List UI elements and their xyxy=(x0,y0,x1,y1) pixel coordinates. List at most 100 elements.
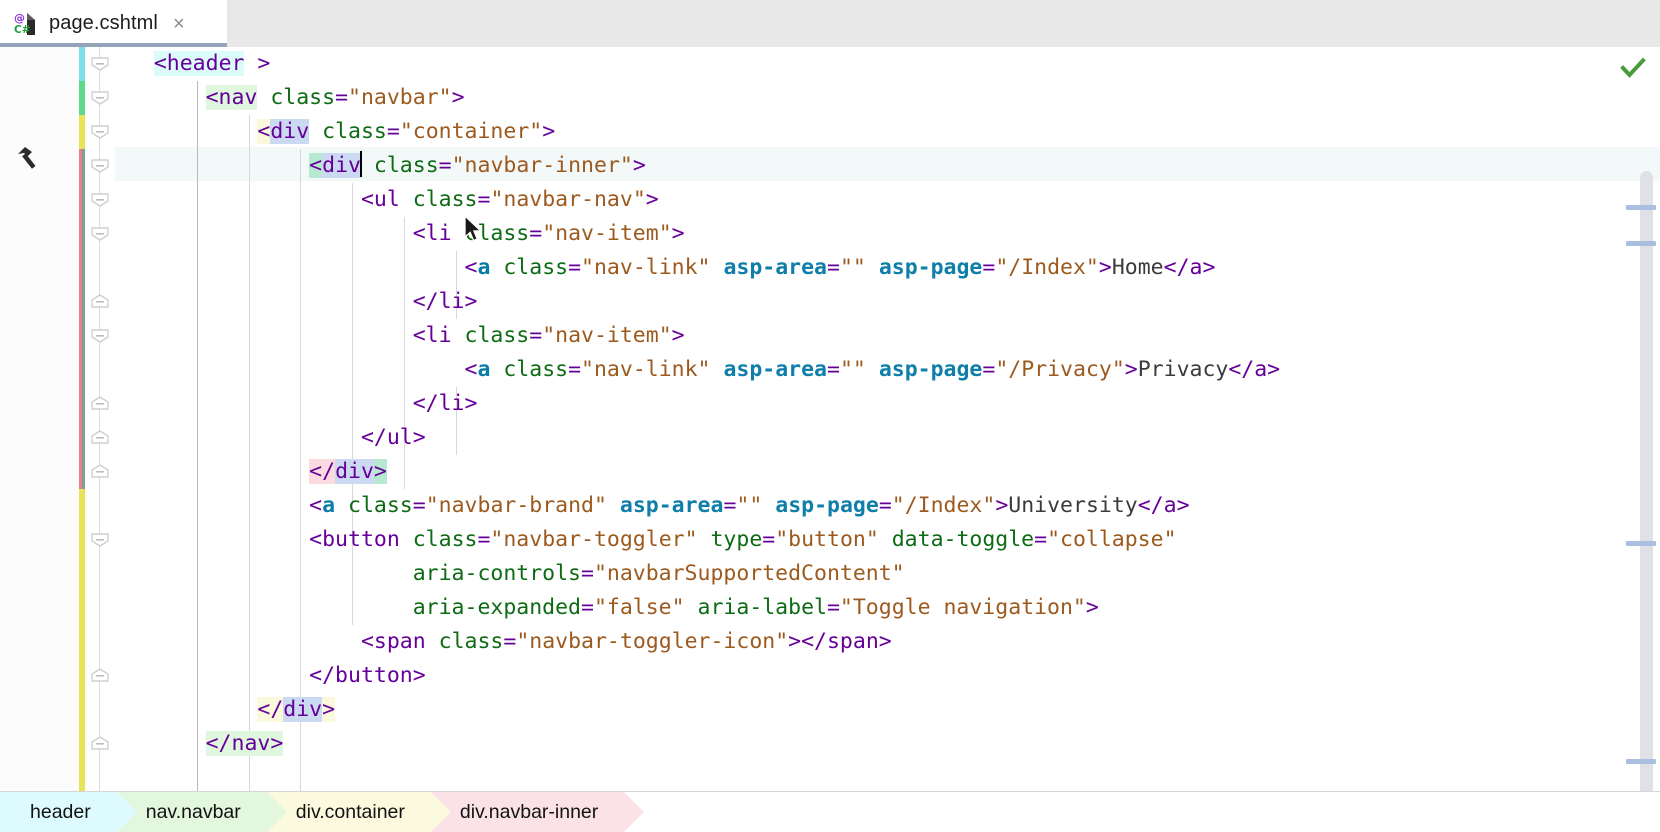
fold-expand-icon[interactable] xyxy=(89,463,111,480)
token-val: "collapse" xyxy=(1047,527,1177,552)
code-line[interactable]: </li> xyxy=(115,387,1280,421)
folding-gutter[interactable] xyxy=(85,47,115,791)
token-tag: </ xyxy=(257,697,284,722)
code-line[interactable]: <a class="navbar-brand" asp-area="" asp-… xyxy=(115,489,1280,523)
token-attr: class xyxy=(322,119,387,144)
fold-expand-icon[interactable] xyxy=(89,293,111,310)
code-line[interactable]: <a class="nav-link" asp-area="" asp-page… xyxy=(115,251,1280,285)
close-icon[interactable]: × xyxy=(173,14,185,34)
breadcrumb-item-nav-navbar[interactable]: nav.navbar xyxy=(115,792,287,832)
breadcrumb-item-header[interactable]: header xyxy=(0,792,137,832)
fold-expand-icon[interactable] xyxy=(89,667,111,684)
token-val: "navbar-nav" xyxy=(490,187,646,212)
token-tag: div xyxy=(335,459,374,484)
token-tag: = xyxy=(438,153,452,178)
token-tag: > xyxy=(995,493,1009,518)
scrollbar-marker[interactable] xyxy=(1626,541,1656,546)
token-tag: </li> xyxy=(412,289,478,314)
fold-collapse-icon[interactable] xyxy=(89,89,111,106)
token-tag: > xyxy=(1085,595,1099,620)
fold-collapse-icon[interactable] xyxy=(89,531,111,548)
svg-text:C#: C# xyxy=(14,24,31,36)
annotation-gutter[interactable] xyxy=(0,47,80,791)
code-line[interactable]: </ul> xyxy=(115,421,1280,455)
fold-collapse-icon[interactable] xyxy=(89,123,111,140)
token-attr: class xyxy=(464,221,530,246)
code-line[interactable]: </button> xyxy=(115,659,1280,693)
scrollbar-thumb[interactable] xyxy=(1640,171,1653,832)
token-tag: <ul xyxy=(360,187,400,212)
tab-bar-empty-area xyxy=(227,0,1660,47)
code-line[interactable]: </nav> xyxy=(115,727,1280,761)
code-line[interactable]: aria-expanded="false" aria-label="Toggle… xyxy=(115,591,1280,625)
breadcrumb-item-div-container[interactable]: div.container xyxy=(265,792,452,832)
code-line[interactable]: <li class="nav-item"> xyxy=(115,217,1280,251)
token-tag: = xyxy=(826,595,840,620)
token-tag: = xyxy=(529,221,543,246)
breadcrumb-item-div-navbar-inner[interactable]: div.navbar-inner xyxy=(429,792,645,832)
code-surface[interactable]: <header > <nav class="navbar"> <div clas… xyxy=(115,47,1660,791)
fold-expand-icon[interactable] xyxy=(89,735,111,752)
token-tag: > xyxy=(632,153,646,178)
token-attr: class xyxy=(503,357,569,382)
code-line[interactable]: <ul class="navbar-nav"> xyxy=(115,183,1280,217)
fold-expand-icon[interactable] xyxy=(89,429,111,446)
fold-collapse-icon[interactable] xyxy=(89,55,111,72)
token-tag: </a> xyxy=(1228,357,1281,382)
token-val: "nav-link" xyxy=(581,357,711,382)
vertical-scrollbar[interactable] xyxy=(1626,109,1656,832)
token-tag: = xyxy=(762,527,776,552)
scrollbar-marker[interactable] xyxy=(1626,759,1656,764)
code-line[interactable]: <div class="navbar-inner"> xyxy=(115,149,1280,183)
code-line[interactable]: </div> xyxy=(115,693,1280,727)
hammer-icon[interactable] xyxy=(12,142,48,178)
token-attr: aria-label xyxy=(697,595,827,620)
token-tag: = xyxy=(982,255,996,280)
token-tag: = xyxy=(982,357,996,382)
token-tag: div xyxy=(322,153,361,178)
token-attrB: asp-page xyxy=(878,255,983,280)
token-val: "" xyxy=(839,255,866,280)
code-line[interactable]: aria-controls="navbarSupportedContent" xyxy=(115,557,1280,591)
scrollbar-marker[interactable] xyxy=(1626,241,1656,246)
code-line[interactable]: <nav class="navbar"> xyxy=(115,81,1280,115)
code-text[interactable]: <header > <nav class="navbar"> <div clas… xyxy=(115,47,1280,761)
fold-collapse-icon[interactable] xyxy=(89,191,111,208)
tab-title: page.cshtml xyxy=(49,12,158,34)
token-tag: </ xyxy=(309,459,336,484)
fold-collapse-icon[interactable] xyxy=(89,157,111,174)
scrollbar-marker[interactable] xyxy=(1626,205,1656,210)
code-line[interactable]: <li class="nav-item"> xyxy=(115,319,1280,353)
token-attr: aria-expanded xyxy=(412,595,581,620)
code-line[interactable]: <a class="nav-link" asp-area="" asp-page… xyxy=(115,353,1281,387)
code-editor[interactable]: <header > <nav class="navbar"> <div clas… xyxy=(0,47,1660,832)
token-text: Privacy xyxy=(1137,357,1229,382)
code-line[interactable]: </div> xyxy=(115,455,1280,489)
token-tag: > xyxy=(1098,255,1112,280)
inspection-status-checkmark-icon[interactable] xyxy=(1620,55,1646,81)
token-val: "navbar-toggler" xyxy=(490,527,698,552)
token-tag: > xyxy=(1124,357,1138,382)
token-val: "nav-item" xyxy=(542,221,672,246)
fold-collapse-icon[interactable] xyxy=(89,327,111,344)
code-line[interactable]: <header > xyxy=(115,47,1280,81)
token-val: "navbarSupportedContent" xyxy=(593,561,905,586)
code-line[interactable]: <button class="navbar-toggler" type="but… xyxy=(115,523,1280,557)
code-line[interactable]: <span class="navbar-toggler-icon"></span… xyxy=(115,625,1280,659)
token-val: "false" xyxy=(593,595,685,620)
token-tag: </button> xyxy=(309,663,426,688)
token-val: "/Privacy" xyxy=(995,357,1125,382)
token-attr: data-toggle xyxy=(891,527,1035,552)
token-tag: = xyxy=(827,357,840,382)
token-tag: = xyxy=(723,493,737,518)
token-tag: = xyxy=(412,493,426,518)
code-line[interactable]: </li> xyxy=(115,285,1280,319)
fold-collapse-icon[interactable] xyxy=(89,225,111,242)
fold-expand-icon[interactable] xyxy=(89,395,111,412)
code-line[interactable]: <div class="container"> xyxy=(115,115,1280,149)
tab-page-cshtml[interactable]: @ C# page.cshtml × xyxy=(0,0,227,47)
